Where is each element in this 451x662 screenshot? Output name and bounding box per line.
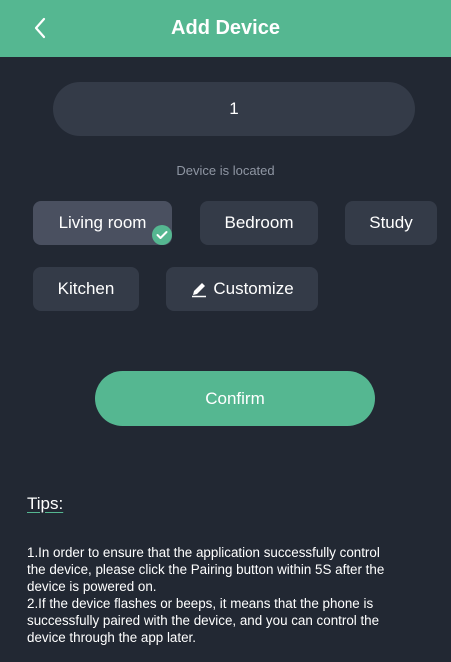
device-name-input[interactable]: 1 — [53, 82, 415, 136]
room-chip-label: Study — [369, 213, 413, 232]
app-header: Add Device — [0, 0, 451, 57]
room-chip-study[interactable]: Study — [345, 201, 437, 245]
pencil-icon — [190, 280, 208, 298]
room-chip-label: Kitchen — [57, 279, 115, 298]
customize-label: Customize — [213, 279, 294, 298]
room-chip-kitchen[interactable]: Kitchen — [33, 267, 139, 311]
confirm-button[interactable]: Confirm — [95, 371, 375, 426]
room-chip-bedroom[interactable]: Bedroom — [200, 201, 318, 245]
check-icon — [152, 225, 172, 245]
location-label: Device is located — [176, 163, 275, 178]
tips-title: Tips: — [27, 494, 64, 513]
room-chip-label: Bedroom — [224, 213, 294, 232]
tips-text: 1.In order to ensure that the applicatio… — [27, 545, 385, 645]
page-title: Add Device — [171, 17, 280, 39]
room-chip-label: Living room — [58, 213, 147, 232]
room-chip-living-room[interactable]: Living room — [33, 201, 172, 245]
customize-button[interactable]: Customize — [166, 267, 318, 311]
